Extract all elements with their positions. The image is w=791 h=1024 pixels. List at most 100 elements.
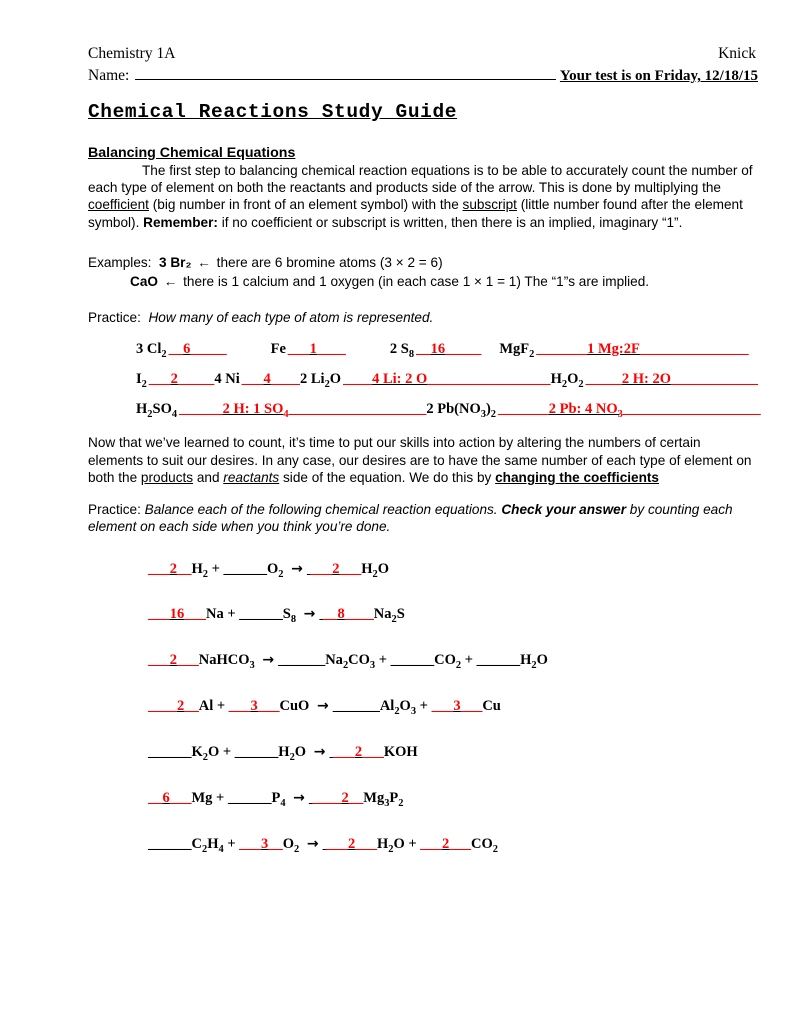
counting-item: 3 Cl2 __6_____ [136, 341, 227, 360]
equation-species: NaHCO3 [198, 652, 255, 672]
coefficient-blank[interactable]: ___2___ [329, 744, 384, 760]
counting-answer-blank[interactable]: ______2 H: 1 SO4___________________ [179, 401, 426, 420]
left-arrow-icon-2: ← [163, 273, 178, 289]
equation-species: Mg3P2 [363, 789, 404, 809]
intro-text-1: The first step to balancing chemical rea… [88, 163, 753, 196]
coef-text-2: and [193, 469, 224, 485]
section-heading-balancing: Balancing Chemical Equations [88, 145, 296, 161]
counting-answer-blank[interactable]: ___1____ [288, 341, 346, 358]
counting-item: Fe ___1____ [271, 341, 346, 358]
coefficient-blank[interactable]: ___3___ [432, 698, 483, 714]
equation-species: CO2 [471, 835, 498, 855]
counting-answer-blank[interactable]: __16_____ [416, 341, 481, 358]
coefficient-blank[interactable]: ______ [477, 652, 521, 668]
equation-species: Na2CO3 + [325, 652, 391, 672]
coefficient-blank[interactable]: ___2___ [148, 652, 199, 668]
equation-species: CuO [279, 698, 313, 715]
coefficient-blank[interactable]: ______ [148, 836, 192, 852]
counting-answer-blank[interactable]: _______1 Mg:2F_______________ [536, 341, 748, 358]
coefficient-blank[interactable]: ______ [235, 744, 279, 760]
equation-species: S8 [282, 606, 297, 626]
term-changing-coefficients: changing the coefficients [495, 469, 659, 485]
right-arrow-icon: → [306, 835, 319, 852]
right-arrow-icon: → [316, 698, 329, 715]
equation-row: ___2__H2 + ______O2 → ___2___H2O [88, 560, 758, 584]
equation-row: ___16___Na + ______S8 → __8____Na2S [88, 605, 758, 629]
coefficient-blank[interactable]: ____2__ [148, 698, 199, 714]
right-arrow-icon: → [313, 744, 326, 761]
page-content: Chemistry 1A Knick Name: Your test is on… [88, 44, 761, 881]
counting-formula: 2 Pb(NO3)2 [426, 400, 497, 420]
coef-text-3: side of the equation. We do this by [279, 469, 496, 485]
counting-answer-blank[interactable]: ___4____ [242, 371, 300, 388]
left-arrow-icon: ← [197, 254, 211, 270]
coefficient-blank[interactable]: ___3__ [239, 836, 283, 852]
equation-species: KOH [383, 744, 418, 761]
remember-label: Remember: [143, 214, 218, 230]
equation-species: O2 [282, 835, 300, 855]
name-label: Name: [88, 67, 130, 84]
counting-item: 2 Pb(NO3)2 _______2 Pb: 4 NO3____________… [426, 401, 760, 420]
counting-answer-blank[interactable]: _____2 H: 2O____________ [586, 371, 758, 388]
coefficient-blank[interactable]: ____2__ [309, 790, 364, 806]
example-formula-1: 3 Br₂ [159, 254, 192, 270]
counting-item: I2 ___2_____ [136, 371, 214, 390]
page-title-wrap: Chemical Reactions Study Guide [88, 87, 758, 123]
counting-item: 2 S8 __16_____ [390, 341, 481, 360]
coefficient-blank[interactable]: ___2___ [323, 836, 377, 852]
coefficient-blank[interactable]: ___16___ [148, 606, 206, 622]
counting-row: H2SO4 ______2 H: 1 SO4___________________… [88, 400, 761, 420]
name-blank-line[interactable] [135, 66, 556, 80]
coefficient-blank[interactable]: ______ [148, 744, 192, 760]
counting-formula: Fe [270, 340, 286, 357]
coefficient-blank[interactable]: ______ [228, 790, 272, 806]
counting-formula: MgF2 [499, 340, 535, 360]
right-arrow-icon: → [291, 560, 303, 577]
counting-formula: 3 Cl2 [136, 340, 167, 360]
counting-formula: 2 Li2O [300, 370, 342, 390]
equation-species: K2O + [191, 744, 235, 763]
counting-item: MgF2 _______1 Mg:2F_______________ [499, 341, 748, 360]
coefficient-blank[interactable]: ______ [391, 652, 435, 668]
counting-row: I2 ___2_____ 4 Ni ___4____ 2 Li2O ____4 Li: 2… [88, 371, 758, 390]
equation-row: ____2__Al + ___3___CuO → ______Al2O3 + _… [88, 697, 758, 721]
coefficient-blank[interactable]: ______ [239, 606, 283, 622]
equation-row: __6___Mg + ______P4 → ____2__Mg3P2 [88, 789, 758, 813]
coefficient-blank[interactable]: ______ [333, 698, 380, 714]
equation-species: H2O [278, 744, 310, 763]
counting-formula: 4 Ni [214, 370, 240, 387]
right-arrow-icon: → [303, 606, 316, 623]
equation-species: Mg + [191, 789, 228, 806]
practice-2-label: Practice: [88, 502, 141, 518]
equation-species: Na + [206, 606, 240, 623]
worksheet-page: Chemistry 1A Knick Name: Your test is on… [0, 0, 791, 1024]
coefficient-blank[interactable]: ___2___ [420, 836, 471, 852]
term-products: products [140, 469, 194, 485]
coefficient-blank[interactable]: ___2__ [148, 561, 192, 577]
practice-2-prompt: Practice: Balance each of the following … [88, 501, 758, 535]
counting-answer-blank[interactable]: ___2_____ [149, 371, 214, 388]
coefficient-blank[interactable]: ___2___ [307, 561, 362, 577]
coefficient-blank[interactable]: ______ [278, 652, 326, 668]
coefficient-blank[interactable]: ___3___ [229, 698, 280, 714]
equation-species: C2H4 + [191, 835, 240, 855]
examples-block: Examples: 3 Br₂ ← there are 6 bromine at… [88, 253, 758, 291]
example-formula-2: CaO [130, 273, 158, 289]
counting-formula: H2O2 [550, 370, 584, 390]
counting-answer-blank[interactable]: _______2 Pb: 4 NO3___________________ [498, 401, 761, 420]
equation-species: P4 [271, 789, 286, 809]
coefficient-blank[interactable]: __8____ [319, 606, 374, 622]
counting-answer-blank[interactable]: ____4 Li: 2 O_________________ [343, 371, 550, 388]
check-your-answer: Check your answer [501, 502, 627, 518]
counting-formula: H2SO4 [136, 400, 178, 420]
term-subscript: subscript [462, 197, 517, 213]
equation-row: ______C2H4 + ___3__O2 → ___2___H2O + ___… [88, 835, 758, 859]
example-text-1: there are 6 bromine atoms (3 × 2 = 6) [216, 254, 443, 270]
equation-species: CO2 + [434, 652, 477, 672]
coefficient-blank[interactable]: ______ [224, 561, 268, 577]
equation-species: H2O [361, 560, 390, 580]
counting-answer-blank[interactable]: __6_____ [169, 341, 227, 358]
coefficient-blank[interactable]: __6___ [148, 790, 192, 806]
term-reactants: reactants [223, 469, 280, 485]
equation-species: Na2S [373, 606, 405, 626]
